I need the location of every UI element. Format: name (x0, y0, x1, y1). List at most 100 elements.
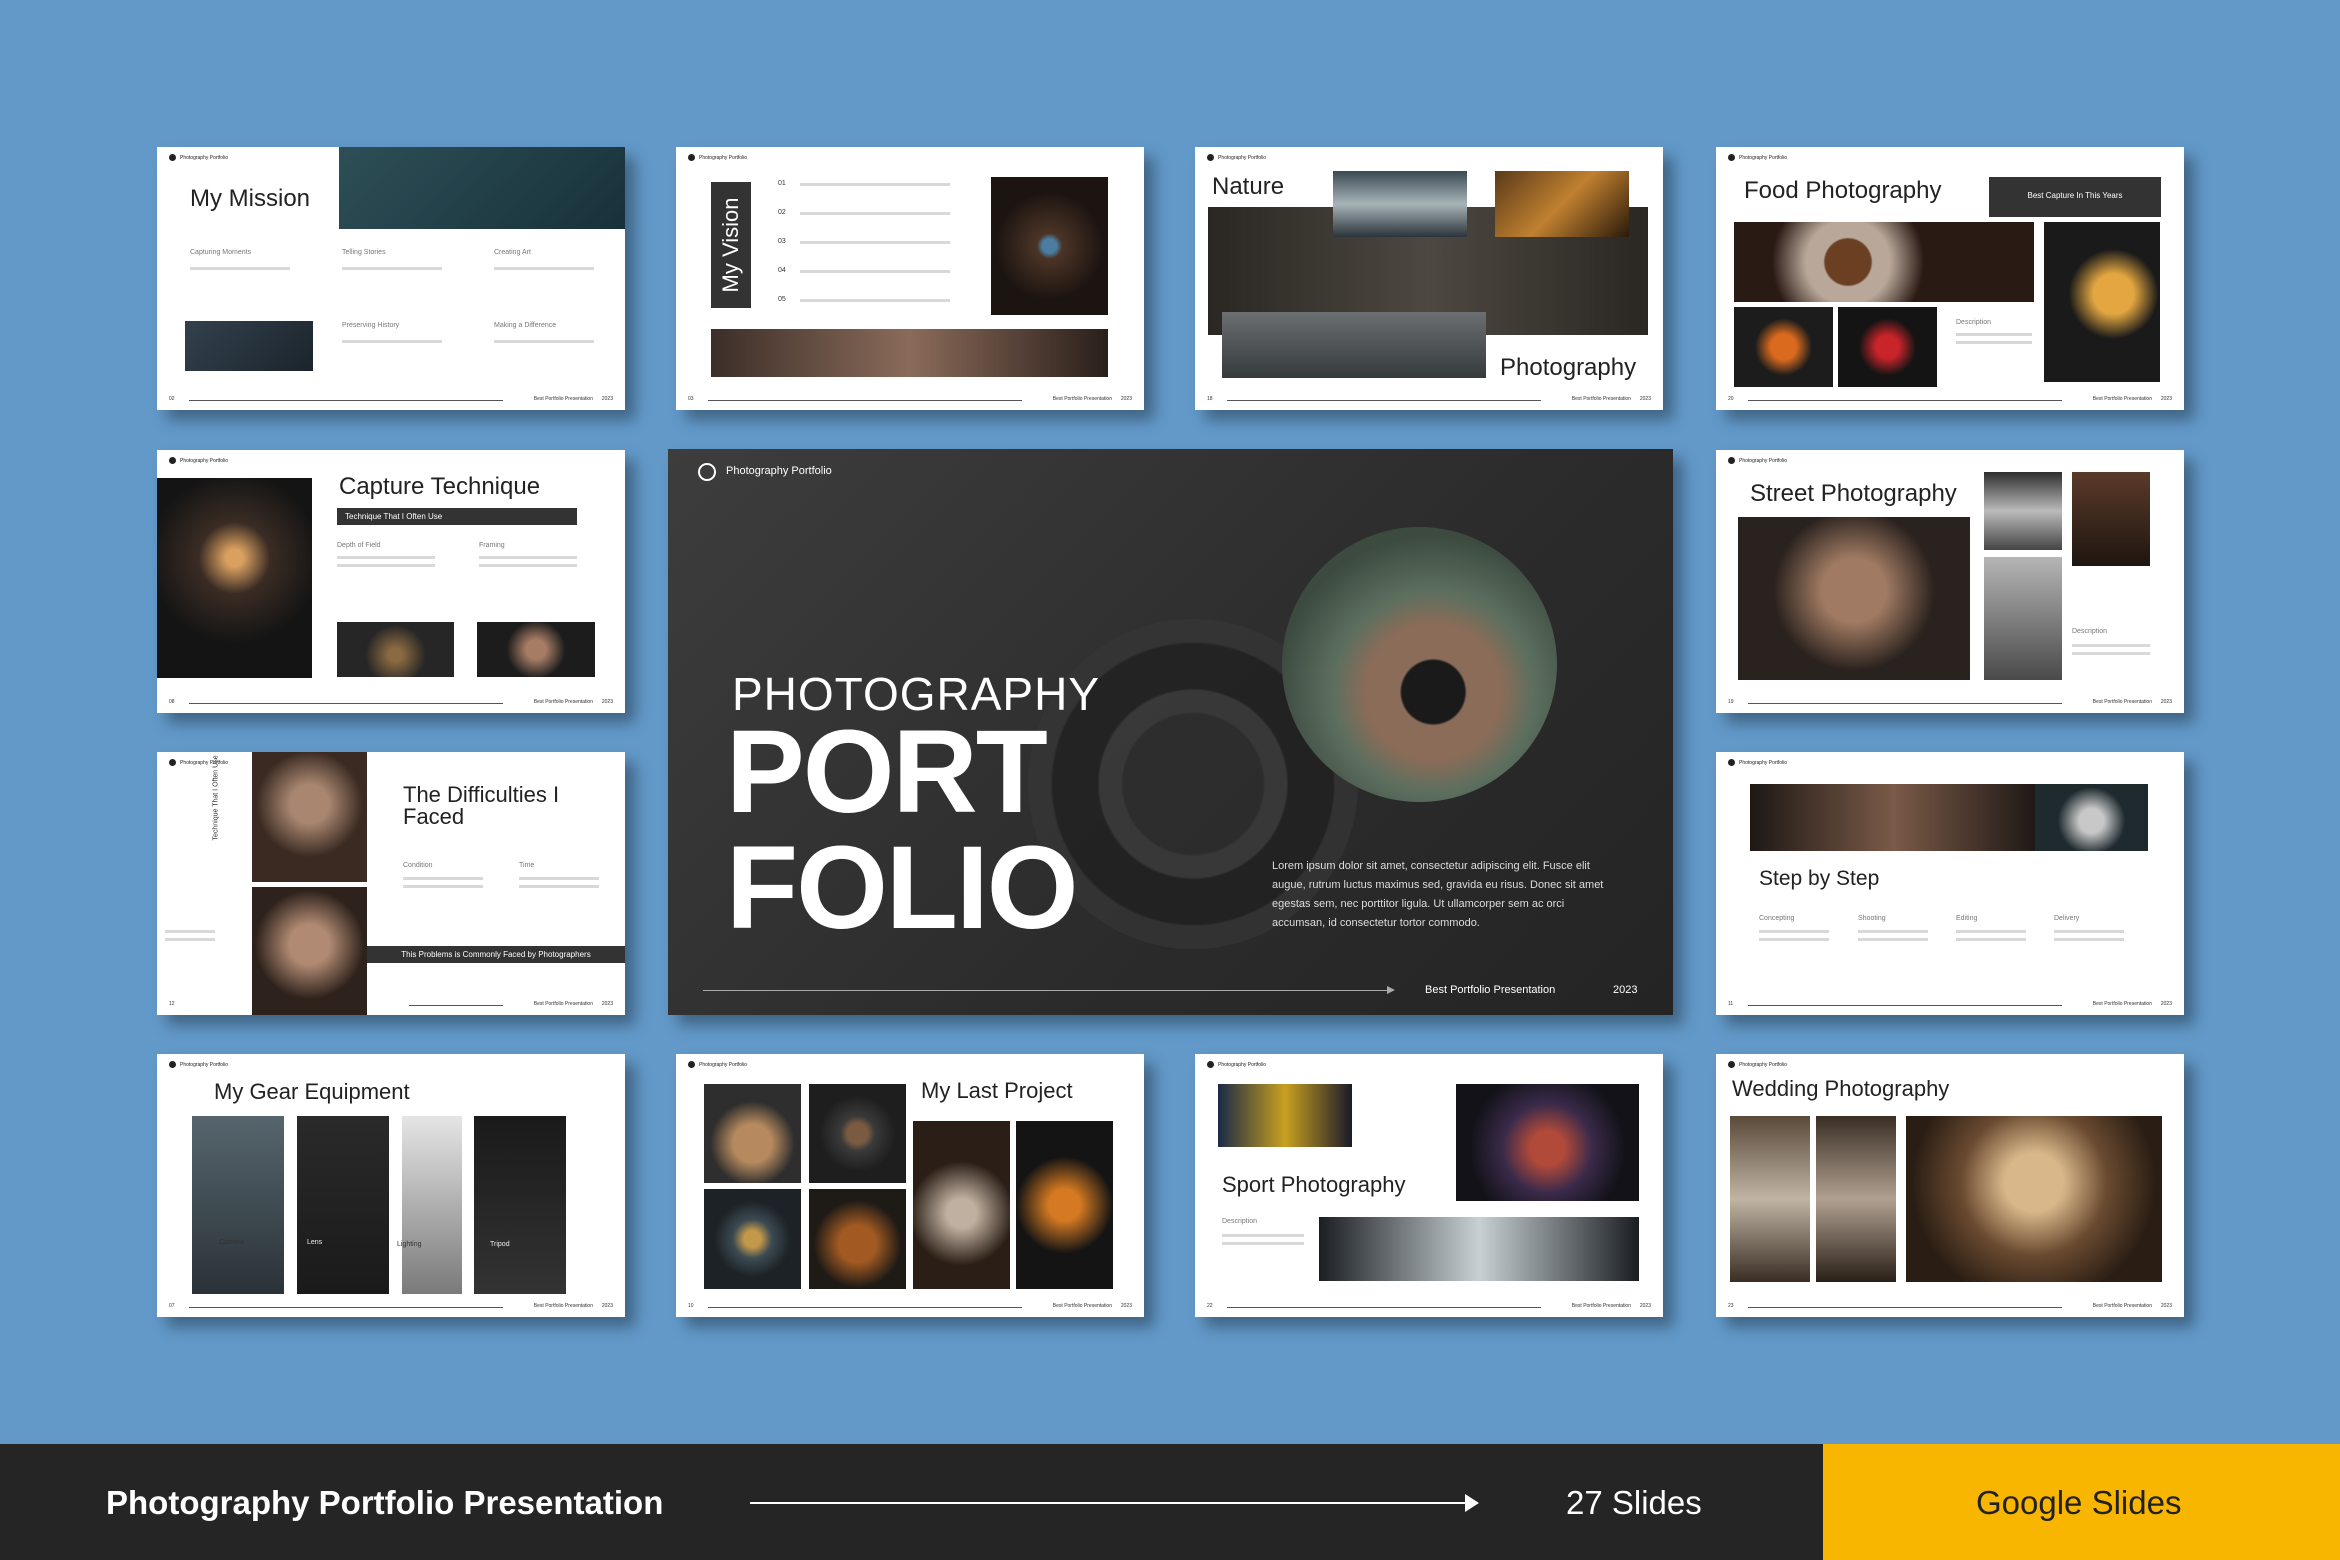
photo-oranges (1734, 307, 1833, 387)
slide-capture[interactable]: Photography Portfolio Capture Technique … (157, 450, 625, 713)
platform-badge[interactable]: Google Slides (1823, 1444, 2340, 1560)
vision-num-3: 03 (778, 238, 786, 245)
slide-title: Food Photography (1744, 177, 1942, 204)
capture-col-2: Framing (479, 542, 505, 549)
slide-street[interactable]: Photography Portfolio Street Photography… (1716, 450, 2184, 713)
bar-arrow-head (1465, 1494, 1479, 1512)
photo-surfer (1319, 1217, 1639, 1281)
slide-title: The Difficulties I Faced (403, 782, 560, 829)
main-footer: Best Portfolio Presentation (1425, 984, 1556, 996)
capture-tag: Technique That I Often Use (337, 508, 577, 525)
mission-col-3: Creating Art (494, 249, 531, 256)
gear-item-1: Camera (219, 1239, 244, 1246)
gear-item-4: Tripod (490, 1241, 510, 1248)
step-3: Editing (1956, 915, 1978, 922)
slide-brand: Photography Portfolio (1728, 154, 1787, 161)
step-2: Shooting (1858, 915, 1886, 922)
slide-difficulties[interactable]: Photography Portfolio Technique That I O… (157, 752, 625, 1015)
photo-lens (297, 1116, 389, 1294)
photo-walker (1984, 557, 2062, 680)
main-photographer-photo (1282, 527, 1557, 802)
photo-old-woman (1738, 517, 1970, 680)
slide-footer: 23 Best Portfolio Presentation 2023 (1728, 1303, 2172, 1309)
slide-footer: 19 Best Portfolio Presentation 2023 (1728, 699, 2172, 705)
slide-footer: 03 Best Portfolio Presentation 2023 (688, 396, 1132, 402)
gear-item-2: Lens (307, 1239, 323, 1246)
slide-title: Capture Technique (339, 473, 541, 500)
photo-leaf-dark (337, 622, 454, 677)
photo-waterfall (1333, 171, 1467, 237)
photo-boxing (1456, 1084, 1639, 1201)
slide-title: Wedding Photography (1732, 1076, 1950, 1101)
slide-brand: Photography Portfolio (169, 1061, 228, 1068)
difficulties-tag: This Problems is Commonly Faced by Photo… (367, 946, 625, 963)
main-arrow-line (703, 990, 1393, 991)
difficulties-col-2: Time (519, 862, 535, 869)
slide-footer: 07 Best Portfolio Presentation 2023 (169, 1303, 613, 1309)
slide-brand: Photography Portfolio (1728, 1061, 1787, 1068)
vision-num-1: 01 (778, 180, 786, 187)
slide-step-by-step[interactable]: Photography Portfolio Step by Step Conce… (1716, 752, 2184, 1015)
vision-num-5: 05 (778, 296, 786, 303)
slide-brand: Photography Portfolio (1728, 457, 1787, 464)
slide-nature[interactable]: Photography Portfolio Nature Photography… (1195, 147, 1663, 410)
bar-title: Photography Portfolio Presentation (106, 1484, 664, 1521)
slide-count: 27 Slides (1566, 1484, 1702, 1521)
food-label: Description (1956, 319, 1992, 326)
slide-title: My Gear Equipment (214, 1079, 410, 1104)
photo-plate (1734, 222, 2034, 302)
mission-col-5: Making a Difference (494, 322, 557, 329)
difficulties-vertical-label: Technique That I Often Use (212, 755, 220, 841)
bottom-bar: Photography Portfolio Presentation 27 Sl… (0, 1444, 2340, 1560)
photo-lighter (157, 478, 312, 678)
sport-label: Description (1222, 1218, 1258, 1225)
photo-woman-1 (252, 752, 367, 882)
slide-title-1: Nature (1212, 173, 1285, 200)
capture-col-1: Depth of Field (337, 542, 381, 549)
photo-mountain (1222, 312, 1486, 378)
vision-title-bar: My Vision (711, 182, 751, 308)
photo-kayak (339, 147, 625, 229)
photo-eyes-closeup (1750, 784, 2037, 851)
slide-my-vision[interactable]: Photography Portfolio My Vision 01 02 03… (676, 147, 1144, 410)
slide-brand: Photography Portfolio (1207, 1061, 1266, 1068)
step-1: Concepting (1759, 915, 1795, 922)
slide-food[interactable]: Photography Portfolio Food Photography B… (1716, 147, 2184, 410)
food-tag: Best Capture In This Years (1989, 177, 2161, 217)
slide-brand: Photography Portfolio (688, 154, 747, 161)
main-body-text: Lorem ipsum dolor sit amet, consectetur … (1272, 860, 1604, 929)
slide-footer: 02 Best Portfolio Presentation 2023 (169, 396, 613, 402)
slide-footer: 10 Best Portfolio Presentation 2023 (688, 1303, 1132, 1309)
photo-fountain (1984, 472, 2062, 550)
mission-col-2: Telling Stories (342, 249, 386, 256)
slide-last-project[interactable]: Photography Portfolio My Last Project 10… (676, 1054, 1144, 1317)
slide-sport[interactable]: Photography Portfolio Sport Photography … (1195, 1054, 1663, 1317)
photo-face-paint (2035, 784, 2148, 851)
slide-footer: 20 Best Portfolio Presentation 2023 (1728, 396, 2172, 402)
slide-gear[interactable]: Photography Portfolio My Gear Equipment … (157, 1054, 625, 1317)
photo-camera (192, 1116, 284, 1294)
main-year: 2023 (1613, 984, 1638, 996)
main-brand: Photography Portfolio (726, 465, 832, 477)
slide-brand: Photography Portfolio (1207, 154, 1266, 161)
photo-beer (2044, 222, 2160, 382)
slide-title-2: Photography (1500, 354, 1637, 381)
difficulties-col-1: Condition (403, 862, 433, 869)
slide-main-cover[interactable]: Photography Portfolio PHOTOGRAPHY PORT F… (668, 449, 1673, 1015)
slide-footer: 22 Best Portfolio Presentation 2023 (1207, 1303, 1651, 1309)
photo-leaf (185, 321, 313, 371)
slide-brand: Photography Portfolio (169, 457, 228, 464)
main-title-line2: PORT (726, 706, 1048, 838)
photo-toast (1906, 1116, 2162, 1282)
bar-arrow-line (750, 1502, 1470, 1504)
photo-orange-peel (1016, 1121, 1113, 1289)
slide-title: My Last Project (921, 1078, 1073, 1103)
slide-brand: Photography Portfolio (169, 154, 228, 161)
slide-my-mission[interactable]: Photography Portfolio My Mission Capturi… (157, 147, 625, 410)
slide-title: Step by Step (1759, 867, 1880, 890)
vision-num-4: 04 (778, 267, 786, 274)
photo-strawberry (1838, 307, 1937, 387)
photo-dessert (913, 1121, 1010, 1289)
vision-num-2: 02 (778, 209, 786, 216)
slide-wedding[interactable]: Photography Portfolio Wedding Photograph… (1716, 1054, 2184, 1317)
